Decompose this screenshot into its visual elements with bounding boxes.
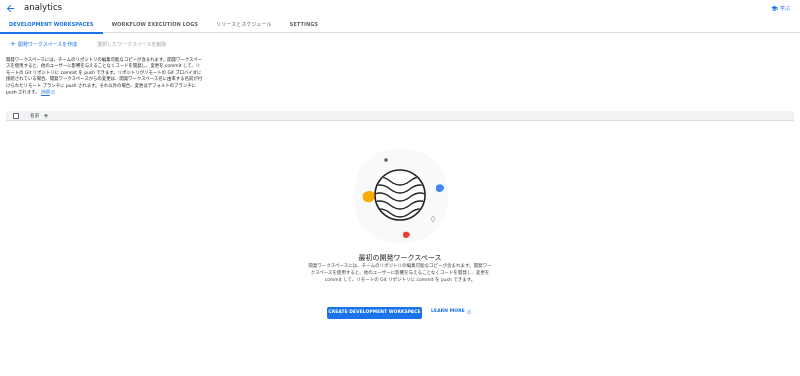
create-workspace-button[interactable]: + 開発ワークスペースを作成 xyxy=(10,40,78,49)
delete-selected-label: 選択したワークスペースを削除 xyxy=(97,42,167,48)
delete-selected-button[interactable]: 選択したワークスペースを削除 xyxy=(97,41,166,48)
workspace-illustration xyxy=(354,148,449,244)
gray-dot xyxy=(384,158,388,162)
arrow-left-icon[interactable] xyxy=(5,3,16,14)
name-column-header[interactable]: 名前 xyxy=(30,113,49,119)
create-workspace-label: 開発ワークスペースを作成 xyxy=(17,42,78,48)
learn-button[interactable]: 学ぶ xyxy=(771,5,790,12)
tab-bar: DEVELOPMENT WORKSPACES WORKFLOW EXECUTIO… xyxy=(0,18,800,34)
toolbar: + 開発ワークスペースを作成 選択したワークスペースを削除 xyxy=(10,40,166,49)
tab-workflow-execution-logs[interactable]: WORKFLOW EXECUTION LOGS xyxy=(103,18,208,33)
learn-more-label: LEARN MORE xyxy=(431,309,465,314)
school-icon xyxy=(771,5,778,12)
create-development-workspace-button[interactable]: CREATE DEVELOPMENT WORKSPACE xyxy=(327,307,422,319)
select-all-checkbox[interactable] xyxy=(13,112,19,119)
table-header: 名前 xyxy=(6,111,794,121)
learn-label: 学ぶ xyxy=(779,6,790,12)
globe-outline xyxy=(374,169,426,221)
empty-state-description: 開発ワークスペースには、チームのリポジトリの編集可能なコピーが含まれます。開発ワ… xyxy=(308,264,492,283)
learn-more-link[interactable]: LEARN MORE xyxy=(431,309,471,314)
top-bar: analytics 学ぶ xyxy=(0,0,800,18)
arrow-up-icon xyxy=(44,113,49,118)
open-in-new-icon xyxy=(467,310,471,313)
description-text: 開発ワークスペースには、チームのリポジトリの編集可能なコピーが含まれます。開発ワ… xyxy=(6,58,204,97)
details-link[interactable]: 詳細 xyxy=(41,91,50,96)
tab-development-workspaces[interactable]: DEVELOPMENT WORKSPACES xyxy=(0,18,103,34)
open-in-new-icon xyxy=(51,90,55,94)
plus-icon: + xyxy=(10,40,16,48)
tab-settings[interactable]: SETTINGS xyxy=(281,18,328,33)
empty-state-title: 最初の開発ワークスペース xyxy=(358,254,442,262)
page-title: analytics xyxy=(24,3,62,13)
name-column-label: 名前 xyxy=(30,113,40,119)
tab-releases-and-schedules[interactable]: リリースとスケジュール xyxy=(207,18,281,33)
description-body: 開発ワークスペースには、チームのリポジトリの編集可能なコピーが含まれます。開発ワ… xyxy=(6,58,203,96)
